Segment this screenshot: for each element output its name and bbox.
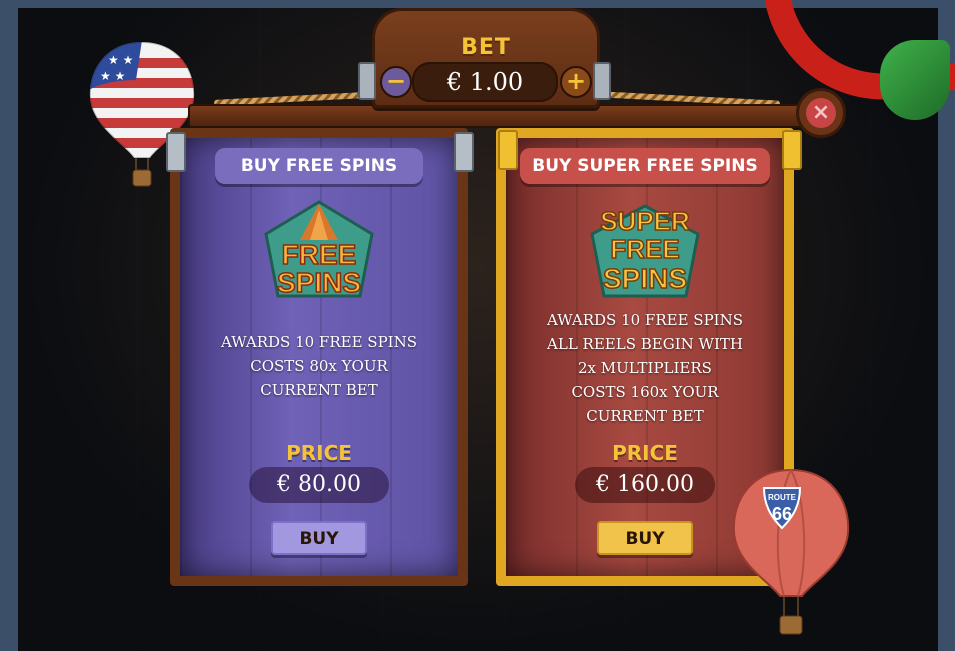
description-line: CURRENT BET [586, 407, 704, 425]
price-value: € 160.00 [596, 472, 694, 497]
offer-description: AWARDS 10 FREE SPINS COSTS 80x YOUR CURR… [190, 330, 448, 402]
bracket-decoration [782, 130, 802, 170]
emblem-line: FREE [610, 234, 679, 264]
svg-text:★ ★: ★ ★ [100, 69, 125, 83]
bracket-decoration [166, 132, 186, 172]
bet-value: € 1.00 [446, 68, 524, 96]
emblem-line: SUPER [600, 206, 690, 236]
bracket-decoration [454, 132, 474, 172]
description-line: ALL REELS BEGIN WITH [547, 335, 743, 353]
badge-number: 66 [772, 504, 792, 524]
buy-super-free-spins-button[interactable]: BUY [597, 521, 693, 555]
emblem-line: SPINS [603, 263, 687, 294]
bet-bracket-left [358, 62, 376, 100]
price-display: € 160.00 [575, 467, 715, 503]
description-line: COSTS 160x YOUR [571, 383, 719, 401]
description-line: AWARDS 10 FREE SPINS [546, 311, 743, 329]
emblem-line: SPINS [277, 267, 361, 298]
offer-description: AWARDS 10 FREE SPINS ALL REELS BEGIN WIT… [516, 308, 774, 428]
price-label: PRICE [612, 441, 678, 465]
panel-title: BUY SUPER FREE SPINS [520, 148, 770, 184]
buy-free-spins-panel: BUY FREE SPINS FREE SPINS AWARDS 10 FREE… [170, 128, 468, 586]
description-line: CURRENT BET [260, 381, 378, 399]
bet-label: BET [461, 35, 511, 60]
svg-text:★ ★: ★ ★ [108, 53, 133, 67]
description-line: AWARDS 10 FREE SPINS [220, 333, 417, 351]
chili-stem-decoration [880, 40, 950, 120]
free-spins-emblem-icon: FREE SPINS [264, 200, 374, 299]
close-button[interactable]: × [796, 88, 846, 138]
decrease-bet-button[interactable]: − [380, 66, 412, 98]
route-66-hot-air-balloon: ROUTE 66 [732, 468, 850, 635]
price-label: PRICE [286, 441, 352, 465]
close-icon: × [806, 98, 836, 128]
emblem-line: FREE [282, 239, 357, 270]
price-value: € 80.00 [277, 472, 361, 497]
bracket-decoration [498, 130, 518, 170]
super-free-spins-emblem-icon: SUPER FREE SPINS [590, 204, 700, 298]
bet-bracket-right [593, 62, 611, 100]
increase-bet-button[interactable]: + [560, 66, 592, 98]
description-line: 2x MULTIPLIERS [578, 359, 712, 377]
description-line: COSTS 80x YOUR [250, 357, 388, 375]
price-display: € 80.00 [249, 467, 389, 503]
badge-text: ROUTE [768, 493, 797, 502]
buy-free-spins-button[interactable]: BUY [271, 521, 367, 555]
bet-value-display: € 1.00 [412, 62, 558, 102]
panel-title: BUY FREE SPINS [215, 148, 423, 184]
